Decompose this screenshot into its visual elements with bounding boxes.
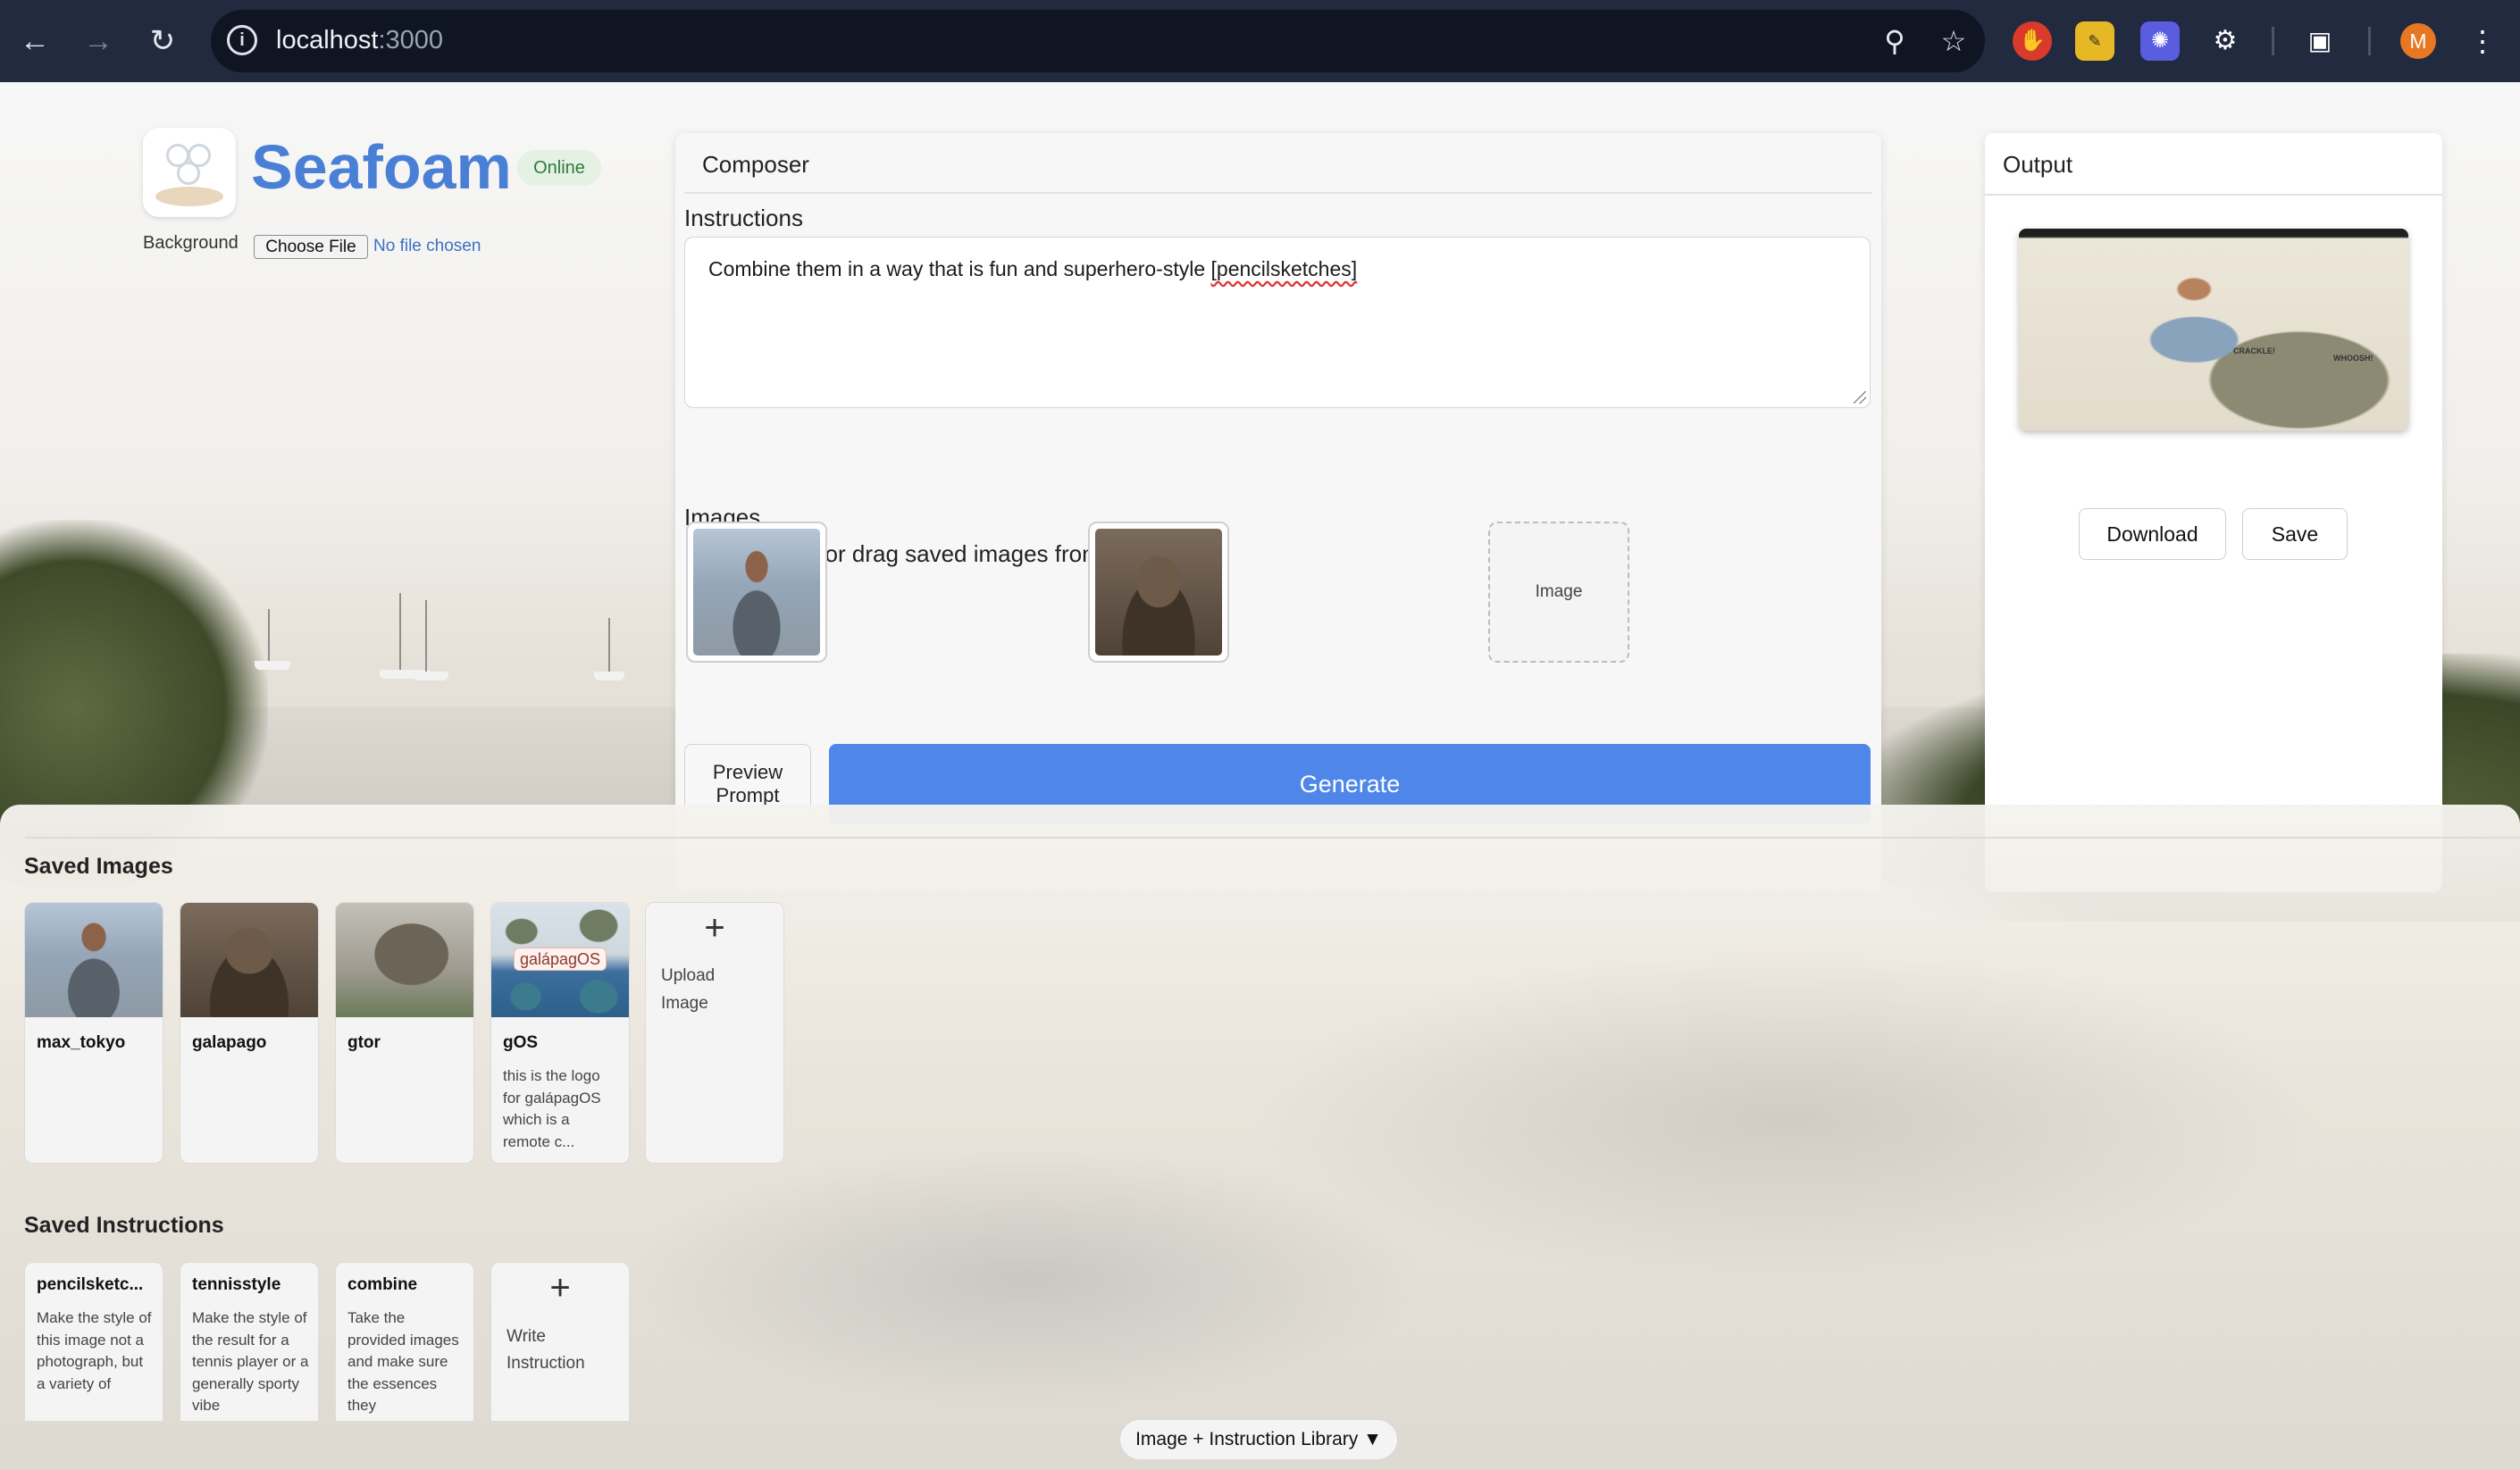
saved-image-description: this is the logo for galápagOS which is … — [503, 1067, 601, 1150]
tab-search-icon[interactable]: ▣ — [2300, 21, 2340, 61]
saved-instruction-name: combine — [347, 1275, 418, 1294]
instructions-text: Combine them in a way that is fun and su… — [708, 257, 1211, 280]
saved-image-card[interactable]: galapago — [180, 902, 319, 1164]
saved-instruction-card[interactable]: pencilsketc... Make the style of this im… — [24, 1262, 163, 1421]
reload-icon[interactable]: ↻ — [141, 20, 184, 63]
choose-file-button[interactable]: Choose File — [254, 235, 368, 259]
profile-avatar[interactable]: M — [2400, 23, 2436, 59]
write-label-2: Instruction — [507, 1354, 585, 1373]
background-mast — [425, 600, 427, 672]
instructions-label: Instructions — [684, 205, 803, 231]
extensions-icon[interactable]: ⚙ — [2206, 21, 2245, 61]
saved-image-name: gtor — [347, 1033, 381, 1052]
saved-instruction-description: Take the provided images and make sure t… — [347, 1309, 459, 1414]
saved-instruction-name: tennisstyle — [192, 1275, 281, 1294]
url-text[interactable]: localhost:3000 — [276, 26, 443, 55]
background-mast — [608, 618, 610, 672]
background-boat — [413, 672, 448, 681]
app-title: Seafoam — [251, 132, 512, 202]
saved-image-thumb — [180, 903, 318, 1017]
plus-icon: + — [549, 1268, 571, 1307]
toolbar-divider — [2272, 27, 2274, 55]
back-icon[interactable]: ← — [13, 20, 56, 63]
instructions-textarea[interactable]: Combine them in a way that is fun and su… — [684, 237, 1871, 408]
note-extension-icon[interactable]: ✎ — [2075, 21, 2114, 61]
drawer-backdrop — [625, 1144, 1429, 1412]
background-boat — [594, 672, 624, 681]
write-instruction-card[interactable]: + Write Instruction — [490, 1262, 630, 1421]
zoom-icon[interactable]: ⚲ — [1876, 22, 1913, 60]
saved-instruction-card[interactable]: tennisstyle Make the style of the result… — [180, 1262, 319, 1421]
slot-image-man — [693, 529, 820, 656]
output-divider — [1985, 194, 2442, 196]
logo-ring — [177, 162, 200, 185]
preview-label-1: Preview — [712, 761, 783, 783]
menu-icon[interactable]: ⋮ — [2463, 21, 2502, 61]
ai-extension-icon[interactable]: ✺ — [2140, 21, 2180, 61]
output-panel: Output CRACKLE! WHOOSH! Download Save — [1985, 133, 2442, 892]
library-drawer: Saved Images max_tokyo galapago gtor gal… — [0, 805, 2520, 1470]
slot-image-tortoise — [1095, 529, 1222, 656]
saved-image-name: max_tokyo — [37, 1033, 126, 1052]
star-icon[interactable]: ☆ — [1935, 22, 1972, 60]
background-boat — [255, 661, 290, 670]
image-slot-empty[interactable]: Image — [1488, 522, 1629, 663]
plus-icon: + — [704, 908, 725, 948]
saved-image-thumb — [336, 903, 473, 1017]
save-button[interactable]: Save — [2242, 508, 2348, 560]
image-slot-2[interactable] — [1088, 522, 1229, 663]
saved-instruction-description: Make the style of the result for a tenni… — [192, 1309, 309, 1414]
logo-sand — [155, 187, 223, 206]
sketch-word-2: WHOOSH! — [2333, 354, 2373, 363]
sketch-word-1: CRACKLE! — [2233, 347, 2275, 355]
logo-overlay-text: galápagOS — [514, 948, 607, 971]
saved-image-thumb: galápagOS — [491, 903, 629, 1017]
address-bar[interactable]: i localhost:3000 ⚲ ☆ — [211, 10, 1985, 72]
download-button[interactable]: Download — [2079, 508, 2226, 560]
saved-image-card[interactable]: galápagOS gOS this is the logo for galáp… — [490, 902, 630, 1164]
saved-instruction-card[interactable]: combine Take the provided images and mak… — [335, 1262, 474, 1421]
saved-instruction-description: Make the style of this image not a photo… — [37, 1309, 152, 1392]
background-label: Background — [143, 233, 239, 253]
composer-divider — [684, 192, 1872, 194]
stop-extension-icon[interactable]: ✋ — [2013, 21, 2052, 61]
saved-image-name: galapago — [192, 1033, 267, 1052]
saved-instructions-heading: Saved Instructions — [24, 1213, 224, 1238]
background-mast — [268, 609, 270, 661]
saved-image-name: gOS — [503, 1033, 539, 1052]
write-label-1: Write — [507, 1327, 546, 1346]
toolbar-divider — [2368, 27, 2371, 55]
app-logo — [143, 128, 236, 217]
forward-icon[interactable]: → — [77, 20, 120, 63]
url-host: localhost — [276, 26, 379, 54]
saved-images-heading: Saved Images — [24, 854, 173, 879]
output-title: Output — [2003, 151, 2073, 178]
upload-image-card[interactable]: + Upload Image — [645, 902, 784, 1164]
output-image: CRACKLE! WHOOSH! — [2019, 229, 2408, 430]
saved-image-card[interactable]: gtor — [335, 902, 474, 1164]
library-toggle-button[interactable]: Image + Instruction Library ▼ — [1119, 1419, 1398, 1460]
composer-title: Composer — [702, 151, 809, 178]
browser-toolbar: ← → ↻ i localhost:3000 ⚲ ☆ ✋ ✎ ✺ ⚙ ▣ M ⋮ — [0, 0, 2520, 82]
upload-label-1: Upload — [661, 966, 716, 985]
resize-handle[interactable] — [1854, 391, 1866, 404]
image-slot-1[interactable] — [686, 522, 827, 663]
instructions-tag: [pencilsketches] — [1210, 257, 1358, 280]
background-mast — [399, 593, 401, 670]
saved-instruction-name: pencilsketc... — [37, 1275, 144, 1294]
status-badge: Online — [517, 150, 601, 186]
composer-panel: Composer Instructions Combine them in a … — [675, 133, 1881, 892]
url-port: :3000 — [378, 26, 444, 54]
drawer-divider — [25, 837, 2520, 839]
file-status-text: No file chosen — [373, 237, 481, 255]
saved-image-thumb — [25, 903, 163, 1017]
site-info-icon[interactable]: i — [227, 25, 257, 55]
saved-image-card[interactable]: max_tokyo — [24, 902, 163, 1164]
upload-label-2: Image — [661, 994, 708, 1013]
